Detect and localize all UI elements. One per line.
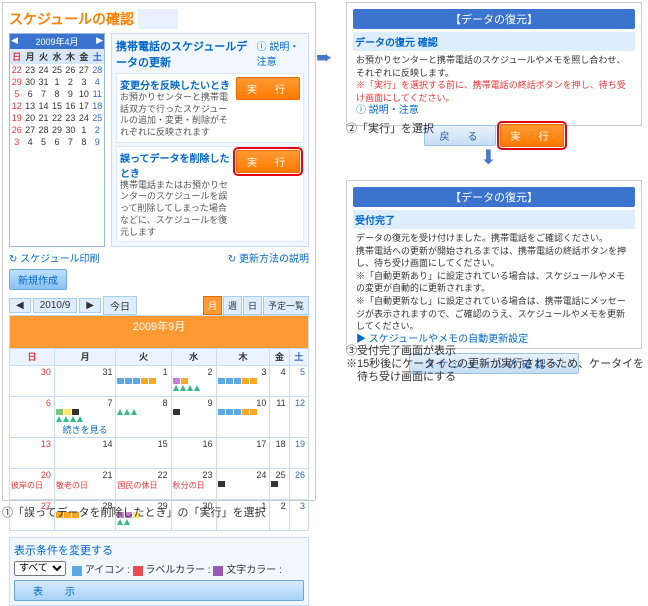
new-button[interactable]: 新規作成 [9,269,67,290]
cal-cell[interactable]: 17 [216,438,270,469]
dlg2-l3: ※「自動更新あり」に設定されている場合は、スケジュールやメモの変更が自動的に更新… [356,270,632,295]
cal-cell[interactable]: 23秋分の日 [171,469,216,500]
page-title: スケジュールの確認 [9,9,309,29]
arrow-down-icon: ⬇ [480,145,497,170]
tab-1[interactable]: 週 [223,296,242,315]
cal-cell[interactable]: 6 [10,397,55,438]
cal-cell[interactable]: 11 [270,397,289,438]
caption-1: ①「誤ってデータを削除したとき」の「実行」を選択 [2,504,265,520]
cal-cell[interactable]: 5 [289,366,308,397]
filter-select[interactable]: すべて [14,561,66,576]
arrow-right-icon: ➨ [316,45,333,70]
title-text: スケジュールの確認 [9,9,134,29]
inst1-title: 変更分を反映したいとき [120,77,232,92]
cal-cell[interactable]: 16 [171,438,216,469]
execute-confirm-button[interactable]: 実 行 [500,124,564,147]
cal-cell[interactable]: 31 [54,366,116,397]
dlg2-l2: 携帯電話への更新が開始されるまでは、携帯電話の終話ボタンを押し、待ち受け画面にし… [356,245,632,270]
mini-cal-grid: 日月火水木金土222324252627282930311234567891011… [10,49,104,148]
execute-reflect-button[interactable]: 実 行 [236,77,300,100]
dlg2-l1: データの復元を受け付けました。携帯電話をご確認ください。 [356,232,632,245]
cal-cell[interactable]: 30 [10,366,55,397]
cal-cell[interactable]: 20彼岸の日 [10,469,55,500]
execute-restore-button[interactable]: 実 行 [236,150,300,173]
prev-nav-icon[interactable]: ◀ [9,298,31,313]
cal-cell[interactable]: 2 [171,366,216,397]
tab-0[interactable]: 月 [203,296,222,315]
dlg2-sub: 受付完了 [353,210,635,229]
cal-cell[interactable]: 19 [289,438,308,469]
back-button[interactable]: 戻 る [424,125,496,146]
cal-cell[interactable]: 4 [270,366,289,397]
cal-cell[interactable]: 18 [270,438,289,469]
help-link[interactable]: ⓘ 説明・注意 [257,38,304,70]
inst2-title: 誤ってデータを削除したとき [120,150,232,180]
cal-cell[interactable]: 21敬老の日 [54,469,116,500]
refresh-help-link[interactable]: ↻ 更新方法の説明 [228,250,309,265]
cal-cell[interactable]: 3 [289,500,308,531]
cal-cell[interactable]: 10 [216,397,270,438]
cal-cell[interactable]: 1 [116,366,171,397]
tab-2[interactable]: 日 [243,296,262,315]
cal-cell[interactable]: 8 [116,397,171,438]
dlg2-header: 【データの復元】 [353,187,635,207]
next-nav-icon[interactable]: ▶ [79,298,101,313]
print-link[interactable]: ↻ スケジュール印刷 [9,250,99,265]
month-calendar: 2009年9月 日月火水木金土 30311234567続きを見る89101112… [9,315,309,531]
dlg1-help-link[interactable]: ⓘ 説明・注意 [356,105,419,116]
date-label[interactable]: 2010/9 [33,298,78,313]
mini-calendar[interactable]: ◀ 2009年4月 ▶ 日月火水木金土222324252627282930311… [9,33,105,247]
cal-cell[interactable]: 22国民の休日 [116,469,171,500]
dlg1-sub: データの復元 確認 [353,32,635,51]
inst-restore: 誤ってデータを削除したとき 携帯電話またはお預かりセンターのスケジュールを誤って… [116,146,304,242]
restore-complete-dialog: 【データの復元】 受付完了 データの復元を受け付けました。携帯電話をご確認くださ… [346,180,642,349]
dlg1-line1: お預かりセンターと携帯電話のスケジュールやメモを照し合わせ、それぞれに反映します… [356,54,632,79]
cal-cell[interactable]: 9 [171,397,216,438]
cal-cell[interactable]: 24 [216,469,270,500]
inst2-desc: 携帯電話またはお預かりセンターのスケジュールを誤って削除してしまった場合などに、… [120,180,232,238]
update-title: 携帯電話のスケジュールデータの更新 [116,38,257,70]
inst1-desc: お預かりセンターと携帯電話双方で行ったスケジュールの追加・変更・削除がそれぞれに… [120,92,232,139]
prev-month-icon[interactable]: ◀ [11,35,18,48]
cal-cell[interactable]: 2 [270,500,289,531]
cal-cell[interactable]: 12 [289,397,308,438]
tab-3[interactable]: 予定一覧 [263,296,309,315]
month-title: 2009年9月 [10,316,309,349]
mini-cal-header: ◀ 2009年4月 ▶ [10,34,104,49]
today-button[interactable]: 今日 [103,296,137,315]
next-month-icon[interactable]: ▶ [96,35,103,48]
update-box: 携帯電話のスケジュールデータの更新 ⓘ 説明・注意 変更分を反映したいとき お預… [111,33,309,247]
cal-cell[interactable]: 7続きを見る [54,397,116,438]
inst-reflect: 変更分を反映したいとき お預かりセンターと携帯電話双方で行ったスケジュールの追加… [116,73,304,143]
title-illustration [138,9,178,29]
cal-cell[interactable]: 25 [270,469,289,500]
dlg1-header: 【データの復元】 [353,9,635,29]
cal-cell[interactable]: 26 [289,469,308,500]
display-button[interactable]: 表 示 [14,580,304,601]
filters-title: 表示条件を変更する [14,542,304,558]
schedule-panel: スケジュールの確認 ◀ 2009年4月 ▶ 日月火水木金土22232425262… [2,2,316,501]
view-tabs: 月週日予定一覧 [203,296,309,315]
cal-cell[interactable]: 3 [216,366,270,397]
caption-2: ②「実行」を選択 [346,120,434,136]
date-nav: ◀ 2010/9 ▶ 今日 月週日予定一覧 [9,296,309,315]
dlg1-warn: ※「実行」を選択する前に、携帯電話の終話ボタンを押し、待ち受け画面にしてください… [356,79,632,104]
cal-cell[interactable]: 15 [116,438,171,469]
dlg2-l4: ※「自動更新なし」に設定されている場合は、携帯電話にメッセージが表示されますので… [356,295,632,333]
cal-cell[interactable]: 13 [10,438,55,469]
caption-5: 待ち受け画面にする [346,368,456,384]
cal-cell[interactable]: 14 [54,438,116,469]
display-filters: 表示条件を変更する すべて アイコン : ラベルカラー : 文字カラー : 表 … [9,537,309,606]
mini-cal-title: 2009年4月 [35,35,78,48]
restore-confirm-dialog: 【データの復元】 データの復元 確認 お預かりセンターと携帯電話のスケジュールや… [346,2,642,126]
